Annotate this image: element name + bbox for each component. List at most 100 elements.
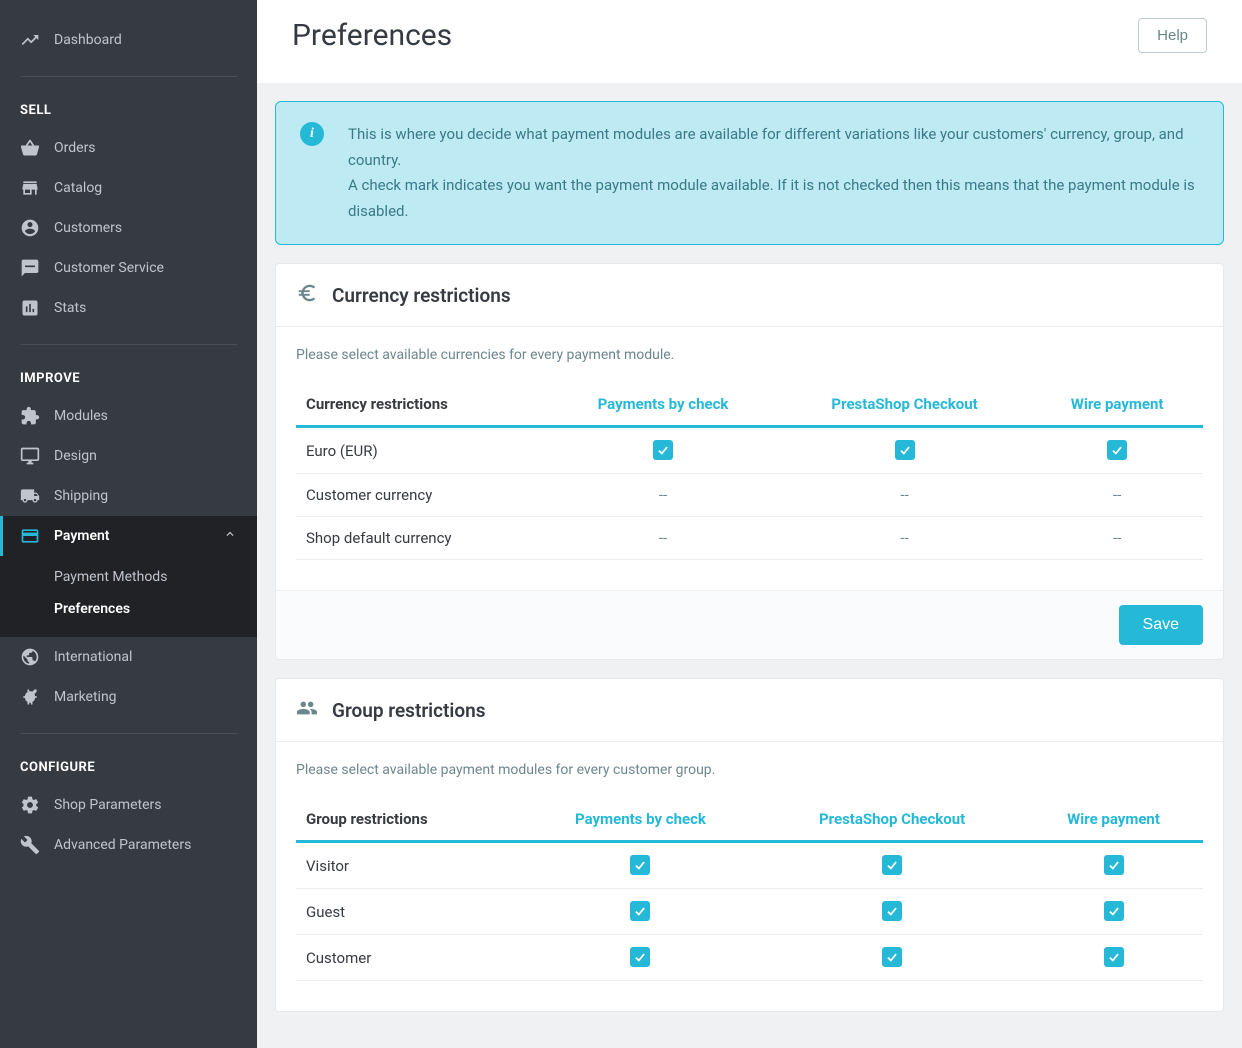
sidebar-sub-preferences[interactable]: Preferences [0, 593, 257, 625]
row-cell [760, 842, 1024, 889]
panel-title: Group restrictions [332, 699, 485, 722]
row-cell [521, 889, 760, 935]
sidebar-item-payment[interactable]: Payment [0, 516, 257, 556]
sidebar-item-advanced-parameters[interactable]: Advanced Parameters [0, 825, 257, 865]
sidebar-item-label: Modules [54, 408, 108, 424]
globe-icon [20, 647, 40, 667]
checkbox-checked[interactable] [630, 901, 650, 921]
sidebar-item-catalog[interactable]: Catalog [0, 168, 257, 208]
currency-restrictions-panel: Currency restrictions Please select avai… [275, 263, 1224, 660]
group-icon [296, 697, 318, 723]
sidebar-item-shipping[interactable]: Shipping [0, 476, 257, 516]
divider [20, 733, 237, 734]
row-cell [1031, 427, 1203, 474]
panel-title: Currency restrictions [332, 284, 511, 307]
row-cell: -- [1031, 474, 1203, 517]
sidebar-item-label: Shop Parameters [54, 797, 161, 813]
row-label: Visitor [296, 842, 521, 889]
sidebar-item-label: Design [54, 448, 97, 464]
dash-indicator: -- [900, 486, 908, 504]
sidebar-item-label: Payment [54, 528, 110, 544]
checkbox-checked[interactable] [882, 947, 902, 967]
sidebar-item-label: Orders [54, 140, 96, 156]
sidebar-item-shop-parameters[interactable]: Shop Parameters [0, 785, 257, 825]
row-label: Guest [296, 889, 521, 935]
panel-footer: Save [276, 590, 1223, 659]
row-label: Customer currency [296, 474, 548, 517]
dash-indicator: -- [1113, 529, 1121, 547]
info-line-1: This is where you decide what payment mo… [348, 122, 1199, 173]
row-cell: -- [548, 517, 778, 560]
table-row: Shop default currency------ [296, 517, 1203, 560]
puzzle-icon [20, 406, 40, 426]
dash-indicator: -- [659, 486, 667, 504]
sidebar-item-label: Marketing [54, 689, 117, 705]
checkbox-checked[interactable] [653, 440, 673, 460]
basket-icon [20, 138, 40, 158]
tune-icon [20, 835, 40, 855]
store-icon [20, 178, 40, 198]
table-header-col: Payments by check [548, 383, 778, 427]
info-alert: i This is where you decide what payment … [275, 101, 1224, 245]
row-cell: -- [548, 474, 778, 517]
checkbox-checked[interactable] [1104, 901, 1124, 921]
sidebar-item-marketing[interactable]: Marketing [0, 677, 257, 717]
sidebar-item-dashboard[interactable]: Dashboard [0, 20, 257, 60]
row-cell [760, 935, 1024, 981]
checkbox-checked[interactable] [630, 855, 650, 875]
sidebar-item-stats[interactable]: Stats [0, 288, 257, 328]
sidebar-item-label: Customers [54, 220, 122, 236]
help-button[interactable]: Help [1138, 18, 1207, 53]
checkbox-checked[interactable] [1104, 947, 1124, 967]
sidebar-item-design[interactable]: Design [0, 436, 257, 476]
sidebar-item-customers[interactable]: Customers [0, 208, 257, 248]
sidebar-item-label: Stats [54, 300, 86, 316]
row-cell [760, 889, 1024, 935]
info-line-2: A check mark indicates you want the paym… [348, 173, 1199, 224]
row-cell: -- [778, 517, 1031, 560]
table-row: Guest [296, 889, 1203, 935]
checkbox-checked[interactable] [895, 440, 915, 460]
sidebar-item-label: Customer Service [54, 260, 164, 276]
sidebar-section-improve: IMPROVE [0, 361, 257, 396]
trending-up-icon [20, 30, 40, 50]
row-cell: -- [778, 474, 1031, 517]
sidebar-item-modules[interactable]: Modules [0, 396, 257, 436]
panel-description: Please select available payment modules … [296, 762, 1203, 778]
gear-icon [20, 795, 40, 815]
table-header-col: PrestaShop Checkout [760, 798, 1024, 842]
chevron-up-icon [223, 527, 237, 545]
sidebar-item-customer-service[interactable]: Customer Service [0, 248, 257, 288]
checkbox-checked[interactable] [1104, 855, 1124, 875]
table-header-main: Currency restrictions [296, 383, 548, 427]
dash-indicator: -- [1113, 486, 1121, 504]
sidebar-item-orders[interactable]: Orders [0, 128, 257, 168]
save-button[interactable]: Save [1119, 605, 1203, 645]
dash-indicator: -- [659, 529, 667, 547]
sidebar-item-international[interactable]: International [0, 637, 257, 677]
table-header-col: PrestaShop Checkout [778, 383, 1031, 427]
sidebar-section-sell: SELL [0, 93, 257, 128]
row-label: Customer [296, 935, 521, 981]
row-cell [521, 935, 760, 981]
table-row: Customer currency -- -- -- [296, 474, 1203, 517]
panel-description: Please select available currencies for e… [296, 347, 1203, 363]
row-cell [1024, 842, 1203, 889]
row-label: Euro (EUR) [296, 427, 548, 474]
sidebar: Dashboard SELL Orders Catalog Customers … [0, 0, 257, 1048]
table-header-col: Payments by check [521, 798, 760, 842]
checkbox-checked[interactable] [882, 855, 902, 875]
currency-restrictions-table: Currency restrictions Payments by check … [296, 383, 1203, 560]
checkbox-checked[interactable] [1107, 440, 1127, 460]
panel-header: Currency restrictions [276, 264, 1223, 327]
checkbox-checked[interactable] [882, 901, 902, 921]
sidebar-submenu-payment: Payment Methods Preferences [0, 556, 257, 637]
truck-icon [20, 486, 40, 506]
page-title: Preferences [292, 18, 452, 53]
sidebar-sub-payment-methods[interactable]: Payment Methods [0, 561, 257, 593]
monitor-icon [20, 446, 40, 466]
sidebar-item-label: International [54, 649, 132, 665]
checkbox-checked[interactable] [630, 947, 650, 967]
divider [20, 344, 237, 345]
chat-icon [20, 258, 40, 278]
